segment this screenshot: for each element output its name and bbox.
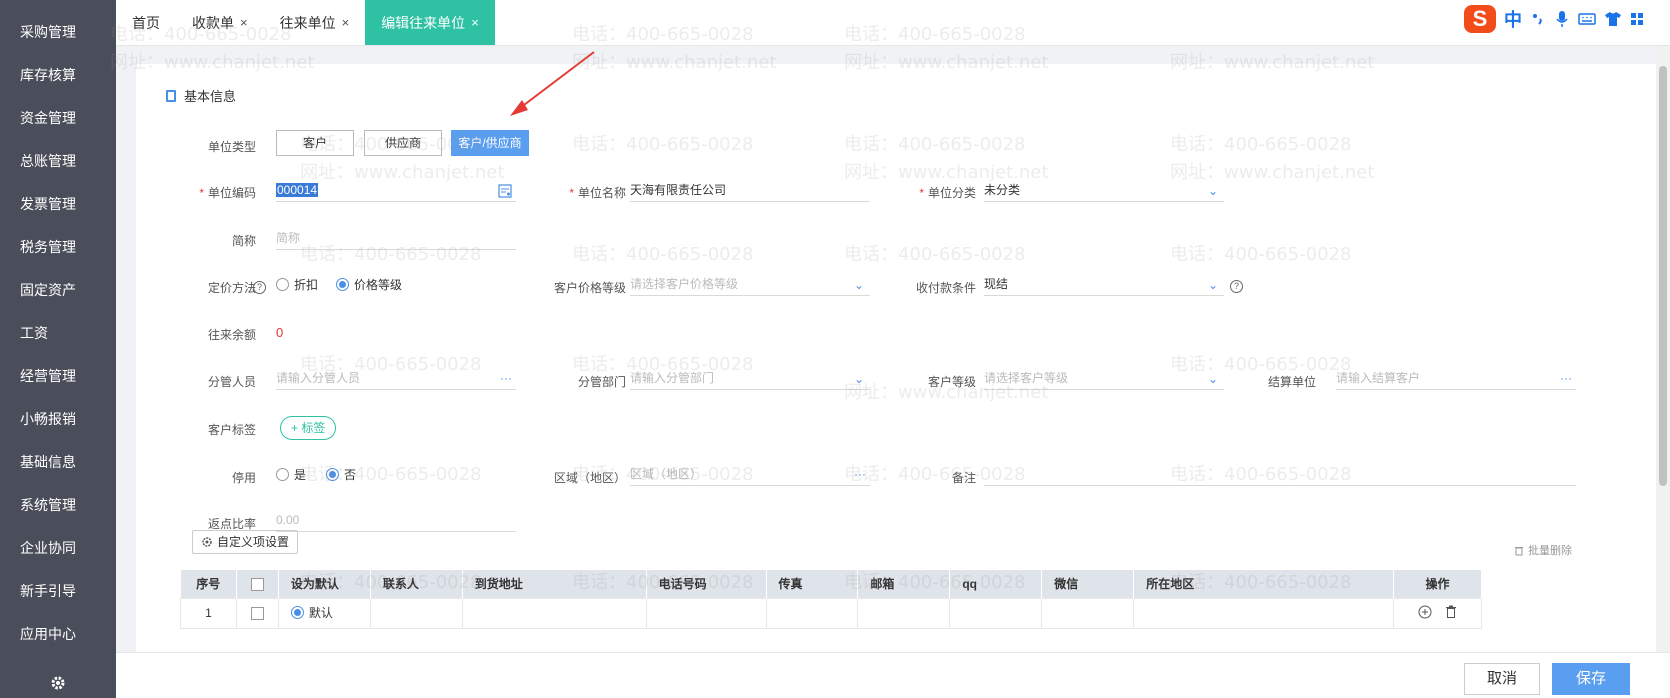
annotation-arrow-icon [510, 51, 595, 116]
footer-bar: 取消 保存 [116, 652, 1670, 698]
save-button[interactable]: 保存 [1552, 663, 1630, 695]
page-scrollbar[interactable] [1656, 46, 1670, 652]
cancel-button[interactable]: 取消 [1464, 663, 1540, 695]
scrollbar-thumb[interactable] [1659, 66, 1667, 486]
